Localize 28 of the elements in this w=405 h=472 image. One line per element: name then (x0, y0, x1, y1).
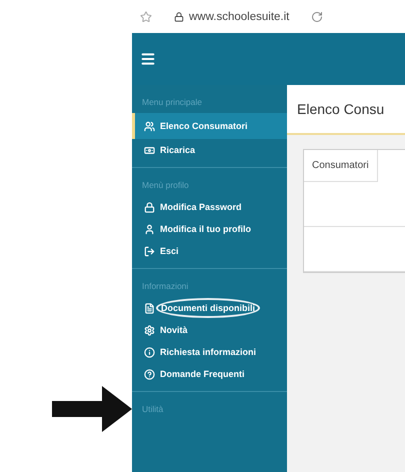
info-icon (144, 346, 155, 358)
menu-icon[interactable] (140, 51, 156, 67)
reload-icon[interactable] (311, 10, 324, 22)
sidebar-item[interactable]: Modifica Password (132, 196, 287, 218)
sidebar-item[interactable]: Modifica il tuo profilo (132, 218, 287, 240)
page-title: Elenco Consu (297, 101, 384, 117)
section-title: Menù profilo (141, 179, 190, 192)
sidebar-item[interactable]: Esci (132, 240, 287, 262)
user-icon (144, 224, 155, 234)
section-title: Menu principale (141, 96, 204, 109)
document-icon (144, 302, 155, 314)
section-title: Utilità (141, 403, 164, 416)
question-icon (144, 368, 155, 380)
lock-icon (174, 12, 184, 22)
url-text[interactable]: www.schoolesuite.it (189, 10, 290, 22)
star-icon[interactable] (140, 10, 152, 22)
column-header: Consumatori (304, 150, 378, 182)
sidebar-item[interactable]: Richiesta informazioni (132, 341, 287, 363)
sidebar-item[interactable]: Ricarica (132, 139, 287, 161)
exit-icon (144, 246, 155, 256)
sidebar-item[interactable]: Elenco Consumatori (132, 113, 287, 139)
lock-icon (144, 202, 155, 212)
users-icon (144, 120, 155, 132)
gear-icon (144, 324, 155, 336)
sidebar-item[interactable]: Domande Frequenti (132, 363, 287, 385)
sidebar-item[interactable]: Novità (132, 319, 287, 341)
banknote-icon (144, 144, 155, 156)
section-title: Informazioni (141, 280, 190, 293)
